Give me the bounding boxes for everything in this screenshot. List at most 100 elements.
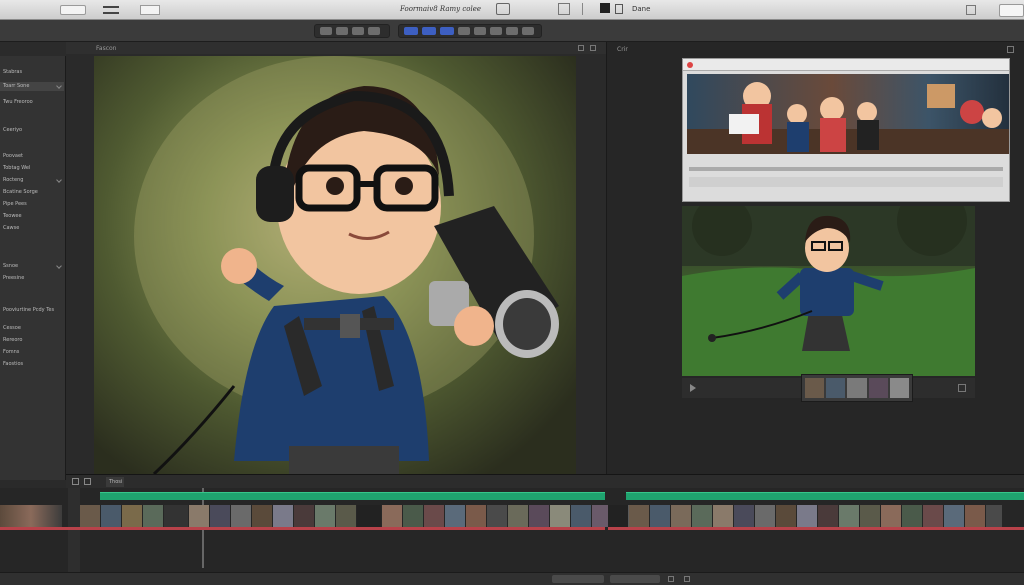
timeline-tool-icon[interactable]: [72, 478, 79, 485]
menu-icon[interactable]: [103, 6, 119, 14]
sidebar-item[interactable]: Pooviurtine Pcdy Tes: [0, 306, 64, 315]
done-label[interactable]: Dane: [632, 5, 650, 13]
sidebar-item[interactable]: Preesine: [0, 274, 64, 283]
sidebar-item[interactable]: Cawse: [0, 224, 64, 233]
video-clip[interactable]: [445, 505, 465, 527]
video-clip[interactable]: [755, 505, 775, 527]
range-tool-button[interactable]: [352, 27, 364, 35]
view-mode-3-button[interactable]: [440, 27, 454, 35]
thumbnail-strip[interactable]: [801, 374, 913, 402]
video-clip[interactable]: [650, 505, 670, 527]
video-clip[interactable]: [487, 505, 507, 527]
timeline-tab[interactable]: Thosi: [106, 477, 124, 487]
view-mode-2-button[interactable]: [422, 27, 436, 35]
pointer-tool-button[interactable]: [320, 27, 332, 35]
video-clip[interactable]: [508, 505, 528, 527]
timeline[interactable]: [0, 488, 1024, 572]
video-clip[interactable]: [944, 505, 964, 527]
transitions-button[interactable]: [506, 27, 518, 35]
media-browser-image[interactable]: [687, 74, 1009, 154]
share-icon[interactable]: [496, 3, 510, 15]
sidebar-item[interactable]: Fomns: [0, 348, 64, 357]
video-clip[interactable]: [315, 505, 335, 527]
video-clip[interactable]: [0, 505, 62, 527]
sidebar-item[interactable]: Rereoro: [0, 336, 64, 345]
video-clip[interactable]: [692, 505, 712, 527]
browser-close-icon[interactable]: [687, 62, 693, 68]
sidebar-item[interactable]: Ceeriyo: [0, 126, 64, 135]
hand-tool-button[interactable]: [368, 27, 380, 35]
video-clip[interactable]: [986, 505, 1002, 527]
thumbnail[interactable]: [868, 378, 888, 398]
doc-icon[interactable]: [615, 4, 623, 14]
video-clip[interactable]: [294, 505, 314, 527]
preview-settings-icon[interactable]: [958, 384, 966, 392]
thumbnail[interactable]: [805, 378, 825, 398]
audio-button[interactable]: [474, 27, 486, 35]
library-icon[interactable]: [558, 3, 570, 15]
sidebar-item[interactable]: Poovaet: [0, 152, 64, 161]
primary-storyline-track[interactable]: [100, 492, 605, 500]
video-clip[interactable]: [382, 505, 402, 527]
sidebar-item[interactable]: Cessoe: [0, 324, 64, 333]
chevron-down-icon[interactable]: [56, 177, 62, 183]
sidebar-item[interactable]: Bcatine Sorge: [0, 188, 64, 197]
video-clip[interactable]: [210, 505, 230, 527]
export-icon[interactable]: [582, 3, 590, 15]
playback-icon[interactable]: [668, 576, 674, 582]
sidebar-item[interactable]: Faostios: [0, 360, 64, 369]
video-clip[interactable]: [923, 505, 943, 527]
chevron-down-icon[interactable]: [56, 263, 62, 269]
effects-button[interactable]: [490, 27, 502, 35]
film-icon[interactable]: [600, 3, 610, 13]
sidebar-item[interactable]: Ssnoe: [0, 262, 64, 271]
thumbnail[interactable]: [847, 378, 867, 398]
video-clip[interactable]: [629, 505, 649, 527]
video-clip[interactable]: [839, 505, 859, 527]
video-clip[interactable]: [164, 505, 188, 527]
chevron-down-icon[interactable]: [56, 83, 62, 89]
video-clip[interactable]: [608, 505, 628, 527]
secondary-preview[interactable]: [682, 206, 975, 376]
video-clip[interactable]: [403, 505, 423, 527]
video-clip[interactable]: [965, 505, 985, 527]
video-clip[interactable]: [881, 505, 901, 527]
viewer-options-icon[interactable]: [578, 45, 584, 51]
panel-options-icon[interactable]: [1007, 46, 1014, 53]
sidebar-item[interactable]: Toarr Sone: [0, 82, 64, 91]
video-clip[interactable]: [122, 505, 142, 527]
window-controls[interactable]: [60, 5, 86, 15]
video-clip[interactable]: [529, 505, 549, 527]
video-clip[interactable]: [357, 505, 381, 527]
video-clip[interactable]: [571, 505, 591, 527]
video-clip[interactable]: [776, 505, 796, 527]
thumbnail[interactable]: [889, 378, 910, 398]
video-clip[interactable]: [466, 505, 486, 527]
primary-storyline-track[interactable]: [626, 492, 1024, 500]
thumbnail[interactable]: [826, 378, 846, 398]
zoom-button[interactable]: [458, 27, 470, 35]
video-clip[interactable]: [902, 505, 922, 527]
view-mode-1-button[interactable]: [404, 27, 418, 35]
video-clip[interactable]: [231, 505, 251, 527]
video-clip[interactable]: [797, 505, 817, 527]
settings-button[interactable]: [999, 4, 1024, 17]
browser-scrubber[interactable]: [689, 167, 1003, 171]
clip-track[interactable]: [0, 505, 62, 527]
video-clip[interactable]: [273, 505, 293, 527]
timeline-zoom-in-button[interactable]: [610, 575, 660, 583]
video-clip[interactable]: [80, 505, 100, 527]
video-viewer[interactable]: [94, 56, 576, 474]
clip-track[interactable]: [608, 505, 1002, 527]
video-clip[interactable]: [734, 505, 754, 527]
sidebar-item[interactable]: Rocteng: [0, 176, 64, 185]
sidebar-item[interactable]: Stabras: [0, 68, 64, 77]
video-clip[interactable]: [550, 505, 570, 527]
video-clip[interactable]: [424, 505, 444, 527]
video-clip[interactable]: [336, 505, 356, 527]
play-icon[interactable]: [690, 384, 696, 392]
video-clip[interactable]: [143, 505, 163, 527]
audio-waveform-track[interactable]: [0, 527, 605, 530]
video-clip[interactable]: [252, 505, 272, 527]
sidebar-item[interactable]: Tobtag Wel: [0, 164, 64, 173]
